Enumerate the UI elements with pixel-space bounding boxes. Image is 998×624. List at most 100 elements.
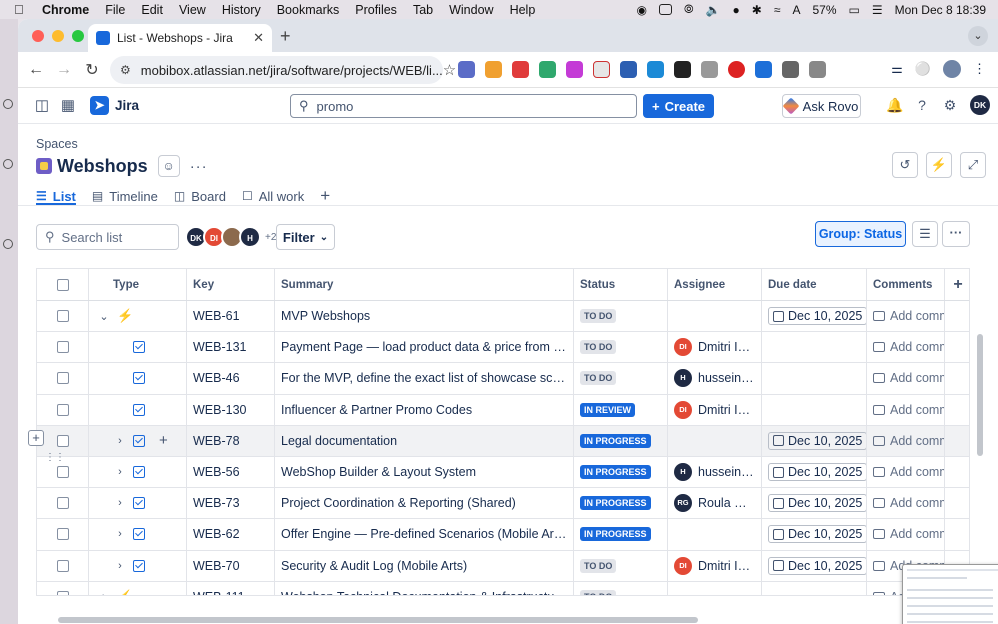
maximize-window-icon[interactable] bbox=[72, 29, 84, 42]
menu-window[interactable]: Window bbox=[449, 3, 493, 17]
automation-lightning-icon[interactable]: ⚡ bbox=[926, 152, 952, 178]
due-date-cell[interactable] bbox=[762, 581, 867, 595]
issue-key[interactable]: WEB-131 bbox=[187, 332, 275, 363]
add-view-icon[interactable]: + bbox=[320, 186, 330, 206]
settings-gear-icon[interactable]: ⚙ bbox=[942, 97, 958, 114]
expand-chevron-icon[interactable]: › bbox=[113, 560, 127, 572]
status-cell[interactable]: IN PROGRESS bbox=[574, 519, 668, 550]
more-avatars-count[interactable]: +2 bbox=[265, 232, 276, 243]
menu-view[interactable]: View bbox=[179, 3, 206, 17]
profile-avatar-icon[interactable] bbox=[943, 60, 961, 78]
assignee-cell[interactable]: RG Roula Gh... bbox=[668, 488, 762, 519]
expand-chevron-icon[interactable]: › bbox=[113, 435, 127, 447]
app-switcher-icon[interactable]: ▦ bbox=[58, 96, 78, 116]
assignee-cell[interactable]: Hhussein.h... bbox=[668, 363, 762, 394]
table-row[interactable]: WEB-130 Influencer & Partner Promo Codes I… bbox=[37, 394, 969, 426]
add-comment[interactable]: Add commer bbox=[873, 340, 944, 354]
ask-rovo-button[interactable]: Ask Rovo bbox=[782, 94, 861, 118]
comments-cell[interactable]: Add commer bbox=[867, 363, 945, 394]
add-child-icon[interactable]: + bbox=[159, 432, 168, 449]
people-icon[interactable]: ☺ bbox=[157, 155, 180, 177]
comments-cell[interactable]: Add commer bbox=[867, 488, 945, 519]
record-extension-icon[interactable] bbox=[728, 61, 745, 78]
extension-icon[interactable] bbox=[539, 61, 556, 78]
comments-cell[interactable]: Add commer bbox=[867, 519, 945, 550]
drag-handle-icon[interactable]: ⋮⋮ bbox=[45, 452, 65, 463]
share-icon[interactable]: ↺ bbox=[892, 152, 918, 178]
column-header-type[interactable]: Type bbox=[89, 269, 187, 300]
add-column-icon[interactable]: + bbox=[945, 269, 969, 300]
table-row[interactable]: › WEB-70 Security & Audit Log (Mobile Arts… bbox=[37, 550, 969, 582]
more-options-icon[interactable]: ··· bbox=[942, 221, 970, 247]
avatar[interactable]: H bbox=[239, 226, 261, 248]
add-comment[interactable]: Add commer bbox=[873, 527, 944, 541]
extension-icon[interactable] bbox=[593, 61, 610, 78]
table-row[interactable]: ›⚡WEB-111Webshop Technical Documentation… bbox=[37, 581, 969, 595]
breadcrumb[interactable]: Spaces bbox=[36, 137, 78, 151]
status-cell[interactable]: IN PROGRESS bbox=[574, 488, 668, 519]
due-date-pill[interactable]: Dec 10, 2025 bbox=[768, 556, 866, 575]
new-tab-icon[interactable]: + bbox=[280, 26, 291, 47]
expand-chevron-icon[interactable]: ⌄ bbox=[97, 310, 111, 323]
row-checkbox[interactable] bbox=[56, 528, 69, 541]
row-checkbox[interactable] bbox=[56, 497, 69, 510]
volume-icon[interactable]: 🔈 bbox=[706, 3, 721, 17]
issue-key[interactable]: WEB-61 bbox=[187, 301, 275, 332]
issue-key[interactable]: WEB-46 bbox=[187, 363, 275, 394]
due-date-cell[interactable]: Dec 10, 2025 bbox=[762, 301, 867, 332]
menu-history[interactable]: History bbox=[222, 3, 261, 17]
location-icon[interactable]: ● bbox=[733, 3, 740, 17]
issue-key[interactable]: WEB-70 bbox=[187, 550, 275, 581]
summary-cell[interactable]: MVP Webshops bbox=[275, 301, 574, 332]
row-checkbox[interactable] bbox=[56, 310, 69, 323]
status-cell[interactable]: TO DO bbox=[574, 301, 668, 332]
status-record-icon[interactable]: ◉ bbox=[637, 3, 647, 17]
due-date-pill[interactable]: Dec 10, 2025 bbox=[768, 307, 866, 326]
status-cell[interactable]: IN PROGRESS bbox=[574, 456, 668, 488]
summary-cell[interactable]: Offer Engine — Pre-defined Scenarios (Mo… bbox=[275, 519, 574, 550]
bluetooth-icon[interactable]: ✱ bbox=[752, 3, 762, 17]
expand-chevron-icon[interactable]: › bbox=[113, 466, 127, 478]
group-by-button[interactable]: Group: Status bbox=[815, 221, 906, 247]
due-date-cell[interactable]: Dec 10, 2025 bbox=[762, 519, 867, 550]
assignee-cell[interactable] bbox=[668, 519, 762, 550]
row-checkbox[interactable] bbox=[56, 372, 69, 385]
table-row[interactable]: › WEB-56 WebShop Builder & Layout System IN… bbox=[37, 456, 969, 489]
status-cell[interactable]: TO DO bbox=[574, 332, 668, 363]
row-checkbox[interactable] bbox=[56, 403, 69, 416]
more-actions-icon[interactable]: ··· bbox=[190, 158, 208, 175]
comments-cell[interactable]: Add commer bbox=[867, 332, 945, 363]
add-comment[interactable]: Add commer bbox=[873, 434, 944, 448]
battery-icon[interactable]: ▭ bbox=[849, 3, 860, 17]
horizontal-scrollbar[interactable] bbox=[58, 617, 698, 623]
assignee-cell[interactable]: DI Dmitri Iva... bbox=[668, 394, 762, 425]
row-checkbox[interactable] bbox=[56, 341, 69, 354]
expand-chevron-icon[interactable]: › bbox=[97, 591, 111, 595]
jira-logo[interactable]: ➤ Jira bbox=[90, 96, 139, 115]
menu-help[interactable]: Help bbox=[510, 3, 536, 17]
summary-cell[interactable]: Project Coordination & Reporting (Shared… bbox=[275, 488, 574, 519]
comments-cell[interactable]: Add commer bbox=[867, 425, 945, 456]
due-date-cell[interactable]: Dec 10, 2025 bbox=[762, 488, 867, 519]
screenshot-thumbnail-preview[interactable] bbox=[902, 564, 998, 624]
assignee-cell[interactable]: DI Dmitri Iva... bbox=[668, 550, 762, 581]
add-comment[interactable]: Add commer bbox=[873, 496, 944, 510]
add-comment[interactable]: Add commer bbox=[873, 371, 944, 385]
insert-row-plus-icon[interactable]: + bbox=[28, 430, 44, 446]
due-date-pill[interactable]: Dec 10, 2025 bbox=[768, 463, 866, 482]
menu-edit[interactable]: Edit bbox=[141, 3, 163, 17]
menu-file[interactable]: File bbox=[105, 3, 125, 17]
global-search-input[interactable]: ⚲ promo bbox=[290, 94, 637, 118]
comments-cell[interactable]: Add commer bbox=[867, 301, 945, 332]
due-date-cell[interactable] bbox=[762, 363, 867, 394]
tab-all-work[interactable]: ☐ All work bbox=[242, 189, 304, 204]
assignee-cell[interactable] bbox=[668, 581, 762, 595]
tab-search-icon[interactable]: ⌄ bbox=[968, 26, 988, 46]
filter-button[interactable]: Filter ⌄ bbox=[276, 224, 335, 250]
status-cell[interactable]: TO DO bbox=[574, 581, 668, 595]
assignee-cell[interactable]: DI Dmitri Iva... bbox=[668, 332, 762, 363]
table-row[interactable]: ⌄ ⚡ WEB-61 MVP Webshops TO DO Dec 10, 2025 Add… bbox=[37, 301, 969, 333]
apple-menu-icon[interactable]:  bbox=[14, 2, 28, 17]
due-date-cell[interactable]: Dec 10, 2025 bbox=[762, 456, 867, 488]
row-checkbox[interactable] bbox=[56, 466, 69, 479]
